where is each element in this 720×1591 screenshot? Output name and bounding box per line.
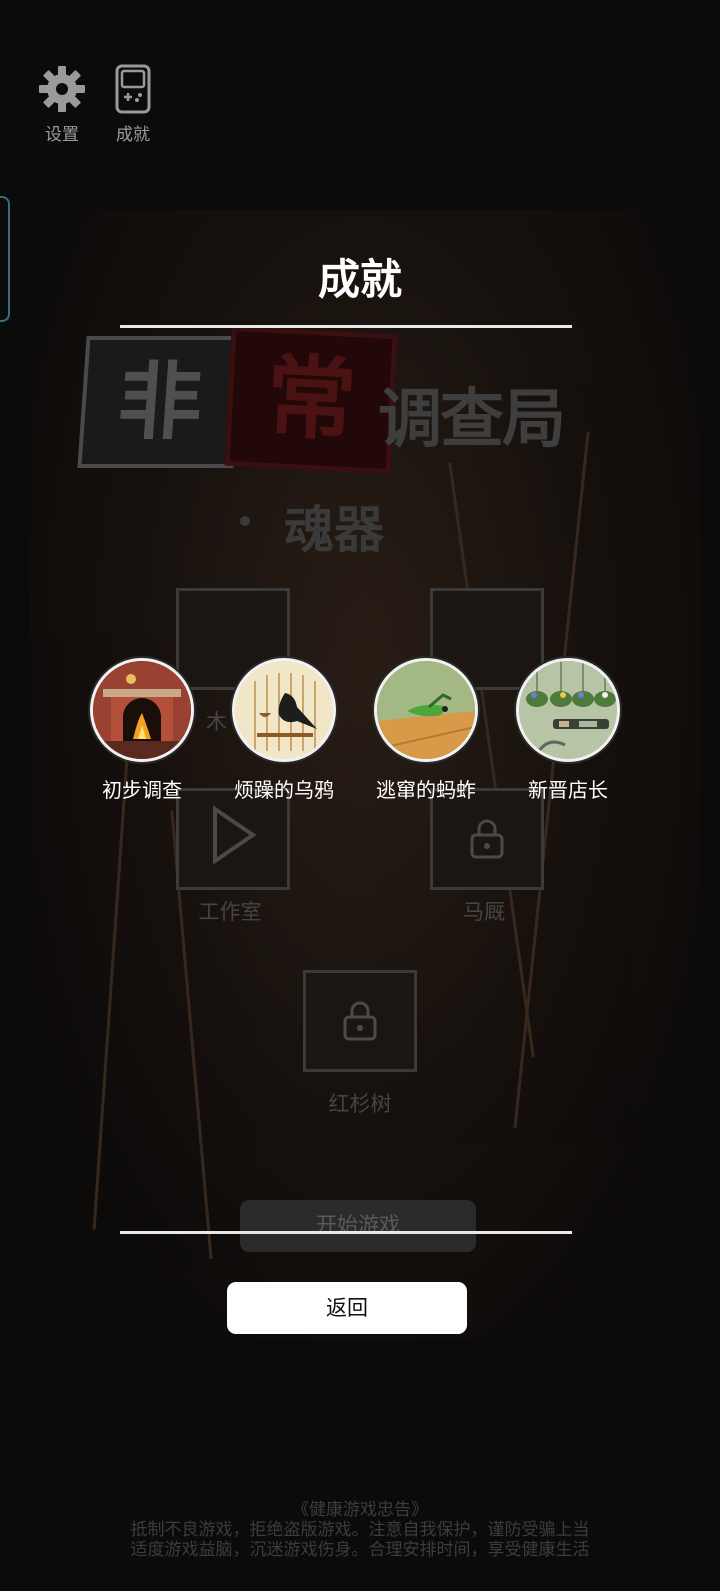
logo-char-2: 常	[224, 325, 398, 475]
level-label-stable: 马厩	[463, 900, 505, 924]
level-tile-redwood[interactable]	[303, 970, 417, 1072]
logo-title-rest: 调查局	[378, 383, 566, 457]
hanging-plants-icon	[516, 658, 620, 762]
health-notice: 《健康游戏忠告》 抵制不良游戏，拒绝盗版游戏。注意自我保护，谨防受骗上当 适度游…	[0, 1500, 720, 1560]
play-icon	[213, 805, 257, 865]
health-notice-title: 《健康游戏忠告》	[292, 1500, 428, 1520]
level-label-redwood: 红杉树	[328, 1092, 392, 1116]
achievement-name: 逃窜的蚂蚱	[376, 778, 476, 802]
achievement-name: 初步调查	[102, 778, 182, 802]
achievement-item[interactable]: 初步调查	[67, 658, 217, 803]
logo-dot	[240, 516, 250, 526]
crow-in-cage-icon	[232, 658, 336, 762]
achievement-item[interactable]: 逃窜的蚂蚱	[351, 658, 501, 803]
back-button[interactable]: 返回	[227, 1282, 467, 1334]
gear-icon	[39, 66, 85, 112]
achievement-name: 新晋店长	[528, 778, 608, 802]
logo-char-1: 非	[77, 336, 243, 468]
lock-icon	[343, 1001, 377, 1041]
lock-icon	[470, 819, 504, 859]
level-tile-workshop[interactable]	[176, 788, 290, 890]
achievement-item[interactable]: 新晋店长	[493, 658, 643, 803]
modal-bottom-divider	[120, 1231, 572, 1234]
achievement-item[interactable]: 烦躁的乌鸦	[209, 658, 359, 803]
achievements-button[interactable]: 成就	[103, 64, 163, 145]
health-notice-line-2: 适度游戏益脑，沉迷游戏伤身。合理安排时间，享受健康生活	[130, 1540, 590, 1560]
logo-subtitle: 魂器	[284, 501, 384, 559]
achievements-label: 成就	[116, 125, 150, 145]
modal-title: 成就	[317, 255, 402, 304]
settings-button[interactable]: 设置	[32, 64, 92, 145]
level-label-workshop: 工作室	[198, 900, 262, 924]
grasshopper-icon	[374, 658, 478, 762]
game-logo: 非 常 调查局 魂器	[77, 325, 640, 559]
achievement-name: 烦躁的乌鸦	[234, 778, 334, 802]
health-notice-line-1: 抵制不良游戏，拒绝盗版游戏。注意自我保护，谨防受骗上当	[130, 1520, 590, 1540]
level-tile-stable[interactable]	[430, 788, 544, 890]
start-game-button[interactable]: 开始游戏	[240, 1200, 476, 1252]
modal-top-divider	[120, 325, 572, 328]
handheld-console-icon	[115, 64, 151, 114]
fireplace-icon	[90, 658, 194, 762]
settings-label: 设置	[45, 125, 79, 145]
